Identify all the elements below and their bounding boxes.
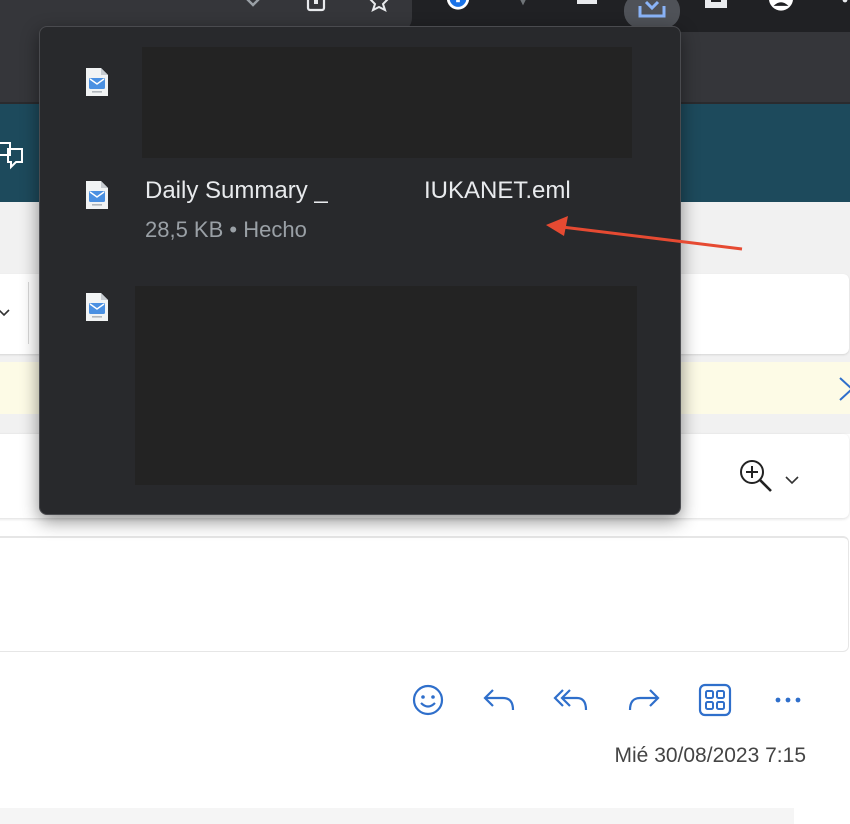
extension-icon[interactable] <box>510 0 536 18</box>
reading-list-icon[interactable] <box>703 0 729 18</box>
download-filename-suffix[interactable]: IUKANET.eml <box>424 177 571 205</box>
zoom-in-icon[interactable] <box>738 458 774 494</box>
eml-file-icon <box>86 181 108 209</box>
message-date: Mié 30/08/2023 7:15 <box>614 744 806 767</box>
downloads-panel: Daily Summary _ IUKANET.eml 28,5 KB • He… <box>39 26 681 515</box>
password-manager-icon[interactable] <box>445 0 471 18</box>
redacted-download-item[interactable] <box>135 286 637 485</box>
extensions-puzzle-icon[interactable] <box>575 0 601 18</box>
download-button[interactable] <box>624 0 680 28</box>
more-options-icon[interactable] <box>770 682 806 718</box>
chevron-down-icon[interactable] <box>0 308 10 318</box>
eml-file-icon <box>86 293 108 321</box>
download-status: 28,5 KB • Hecho <box>145 217 307 242</box>
download-filename[interactable]: Daily Summary _ <box>145 177 328 205</box>
chrome-menu-icon[interactable] <box>832 0 850 18</box>
redacted-download-item[interactable] <box>142 47 632 158</box>
divider <box>28 282 29 344</box>
eml-file-icon <box>86 68 108 96</box>
reply-all-icon[interactable] <box>553 682 589 718</box>
emoji-reaction-icon[interactable] <box>410 682 446 718</box>
profile-avatar-icon[interactable] <box>768 0 794 18</box>
reply-icon[interactable] <box>481 682 517 718</box>
message-header-card <box>0 536 849 652</box>
bookmark-star-icon[interactable] <box>366 0 392 18</box>
chat-icon[interactable] <box>0 140 26 170</box>
share-icon[interactable] <box>303 0 329 18</box>
annotation-arrow <box>546 216 743 251</box>
forward-icon[interactable] <box>626 682 662 718</box>
chevron-down-icon[interactable] <box>784 474 800 486</box>
send-to-devices-icon[interactable] <box>240 0 266 18</box>
message-body-area <box>0 808 794 824</box>
apps-icon[interactable] <box>697 682 733 718</box>
close-icon[interactable] <box>838 376 850 402</box>
